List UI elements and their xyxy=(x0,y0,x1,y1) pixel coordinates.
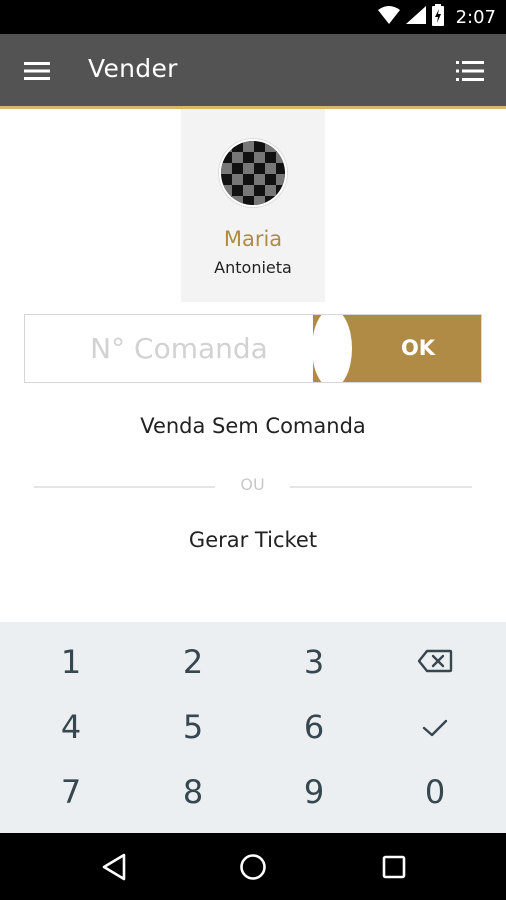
page-title: Vender xyxy=(88,54,178,83)
confirm-key[interactable] xyxy=(375,695,495,759)
navigation-bar xyxy=(0,833,506,900)
backspace-icon xyxy=(417,643,453,681)
profile-last-name: Antonieta xyxy=(214,258,292,277)
app-bar xyxy=(0,34,506,106)
key-6[interactable]: 6 xyxy=(254,695,374,759)
list-icon[interactable] xyxy=(454,55,486,87)
battery-charging-icon xyxy=(431,4,444,30)
ok-button[interactable]: OK xyxy=(312,315,481,382)
profile-card[interactable]: Maria Antonieta xyxy=(181,109,325,302)
recents-icon[interactable] xyxy=(370,843,418,891)
venda-sem-comanda-button[interactable]: Venda Sem Comanda xyxy=(0,414,506,438)
numeric-keypad: 1 2 3 4 5 6 7 8 9 0 xyxy=(0,622,506,833)
comanda-input[interactable] xyxy=(25,315,325,382)
status-icons: 2:07 xyxy=(377,0,496,34)
ok-button-label: OK xyxy=(400,336,436,360)
check-icon xyxy=(422,708,448,746)
divider-line-left xyxy=(34,486,215,488)
home-icon[interactable] xyxy=(229,843,277,891)
key-0[interactable]: 0 xyxy=(375,760,495,824)
key-5[interactable]: 5 xyxy=(133,695,253,759)
key-9[interactable]: 9 xyxy=(254,760,374,824)
status-bar: 2:07 xyxy=(0,0,506,34)
divider-line-right xyxy=(290,486,472,488)
hamburger-menu-icon[interactable] xyxy=(22,56,52,86)
status-time: 2:07 xyxy=(455,6,496,28)
key-4[interactable]: 4 xyxy=(11,695,131,759)
key-8[interactable]: 8 xyxy=(133,760,253,824)
key-1[interactable]: 1 xyxy=(11,630,131,694)
ok-button-notch xyxy=(312,315,352,382)
signal-icon xyxy=(405,6,426,28)
wifi-icon xyxy=(377,6,400,28)
profile-first-name: Maria xyxy=(223,227,283,251)
key-3[interactable]: 3 xyxy=(254,630,374,694)
gerar-ticket-button[interactable]: Gerar Ticket xyxy=(0,528,506,552)
back-icon[interactable] xyxy=(90,843,138,891)
backspace-key[interactable] xyxy=(375,630,495,694)
key-7[interactable]: 7 xyxy=(11,760,131,824)
key-2[interactable]: 2 xyxy=(133,630,253,694)
avatar xyxy=(219,139,287,207)
comanda-field: OK xyxy=(24,314,482,383)
checkered-avatar-icon xyxy=(221,141,285,205)
divider-label: OU xyxy=(240,475,265,494)
